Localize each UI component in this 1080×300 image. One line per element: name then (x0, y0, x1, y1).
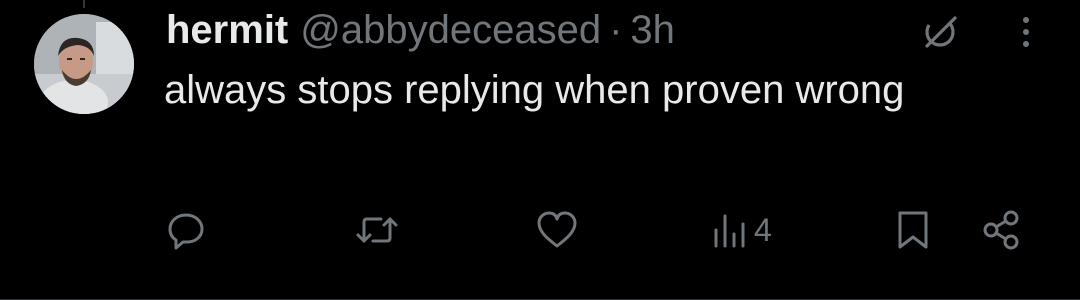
timestamp[interactable]: 3h (630, 4, 675, 56)
avatar[interactable] (34, 14, 134, 114)
grok-button[interactable] (918, 10, 962, 54)
reply-icon (168, 213, 204, 250)
views-icon (714, 214, 745, 248)
more-vertical-icon (1023, 17, 1029, 47)
bookmark-button[interactable] (893, 206, 933, 254)
thread-line (83, 0, 85, 8)
separator-dot: · (609, 8, 623, 52)
views-button[interactable]: 4 (712, 206, 772, 254)
views-count: 4 (754, 211, 772, 248)
reply-button[interactable] (164, 206, 208, 254)
bookmark-icon (898, 211, 928, 249)
avatar-image (34, 14, 134, 114)
grok-icon (925, 16, 957, 48)
repost-icon (356, 217, 398, 243)
tweet-header: hermit @abbydeceased · 3h (166, 4, 675, 56)
user-handle[interactable]: @abbydeceased (300, 4, 601, 56)
share-button[interactable] (980, 206, 1024, 254)
tweet[interactable]: hermit @abbydeceased · 3h always stops r… (0, 0, 1080, 300)
tweet-text: always stops replying when proven wrong (164, 68, 905, 112)
display-name[interactable]: hermit (166, 4, 288, 56)
heart-icon (537, 211, 577, 248)
repost-button[interactable] (354, 206, 400, 254)
share-icon (983, 210, 1019, 250)
like-button[interactable] (534, 206, 580, 254)
more-options-button[interactable] (1006, 10, 1046, 54)
